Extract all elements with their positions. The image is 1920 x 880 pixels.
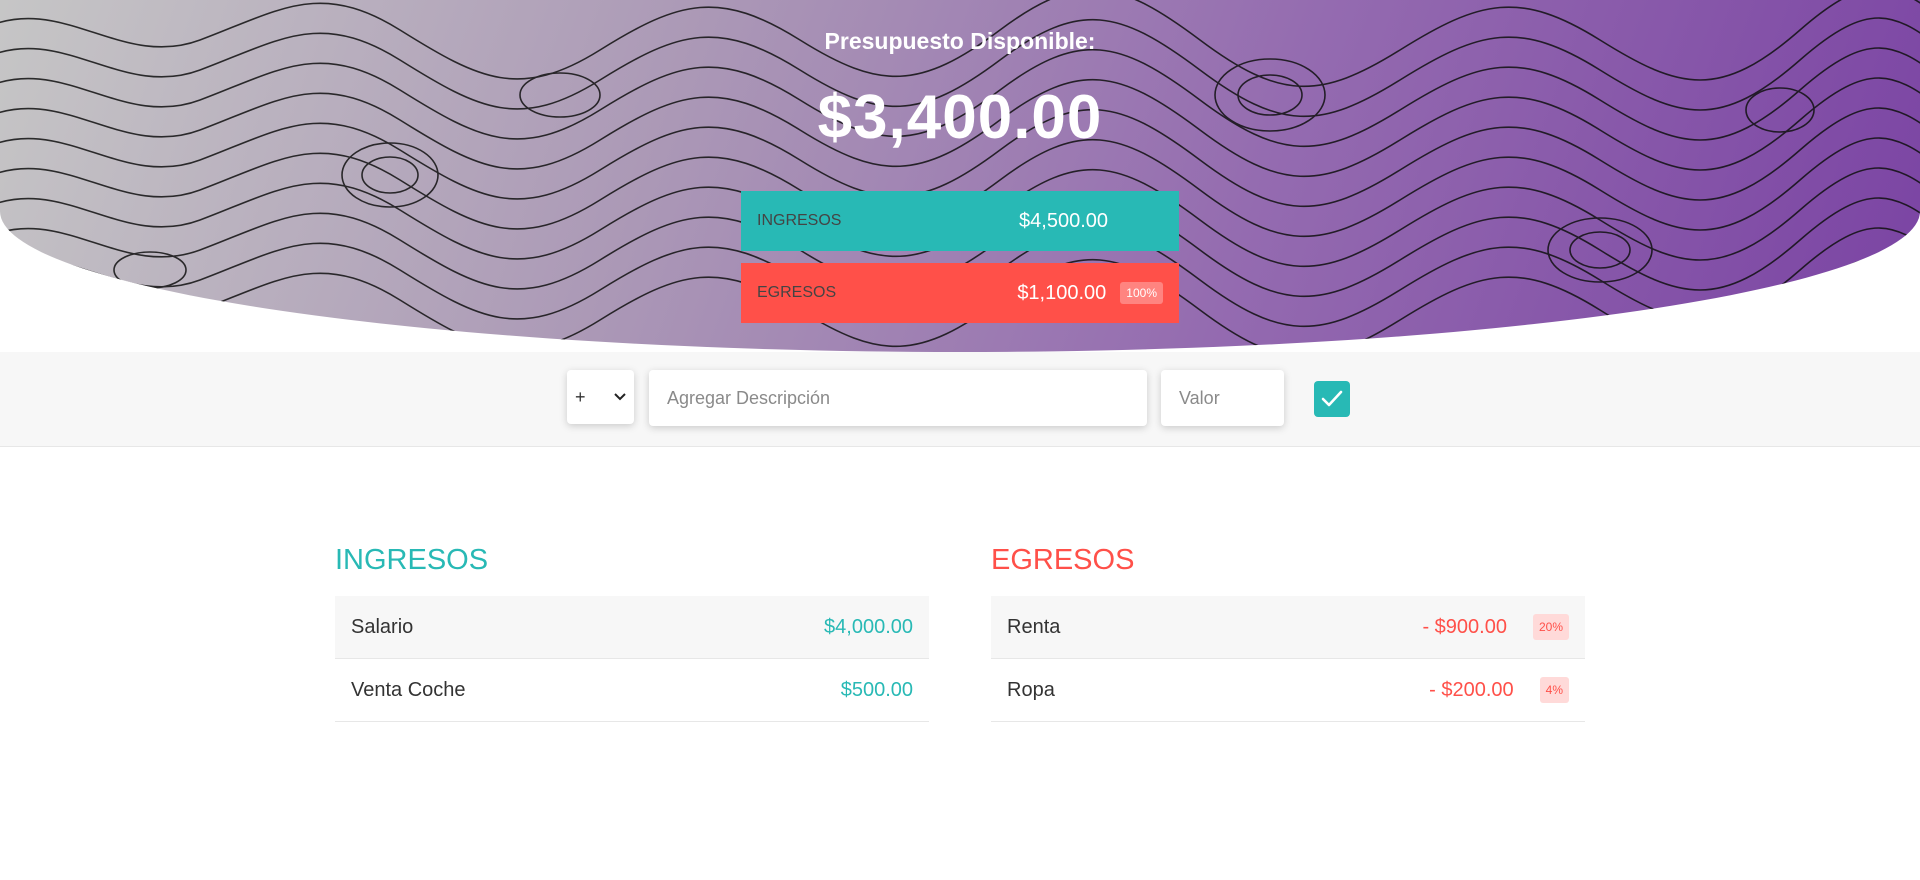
check-icon xyxy=(1321,390,1343,407)
type-select[interactable]: + xyxy=(567,370,634,424)
type-select-value: + xyxy=(575,386,586,407)
income-item-value: $500.00 xyxy=(840,678,913,701)
income-list-title: INGRESOS xyxy=(335,544,489,576)
add-entry-bar: + xyxy=(0,352,1920,447)
income-item-description: Venta Coche xyxy=(351,678,466,701)
expense-summary-amount: $1,100.00 xyxy=(1017,281,1107,304)
expense-item-value: - $200.00 xyxy=(1429,678,1514,701)
expense-percentage-badge: 100% xyxy=(1120,282,1163,304)
expense-summary: EGRESOS $1,100.00 100% xyxy=(741,263,1179,323)
expense-item[interactable]: Renta - $900.00 20% xyxy=(991,596,1585,659)
expense-summary-label: EGRESOS xyxy=(757,284,837,301)
expense-item-description: Renta xyxy=(1007,615,1061,638)
value-input[interactable] xyxy=(1161,370,1284,426)
add-button[interactable] xyxy=(1314,381,1350,417)
income-item-value: $4,000.00 xyxy=(824,615,913,638)
income-item-description: Salario xyxy=(351,615,414,638)
expense-item[interactable]: Ropa - $200.00 4% xyxy=(991,659,1585,722)
income-item[interactable]: Venta Coche $500.00 xyxy=(335,659,929,722)
expense-list: EGRESOS Renta - $900.00 20% Ropa - $200.… xyxy=(991,544,1585,722)
income-list: INGRESOS Salario $4,000.00 Venta Coche $… xyxy=(335,544,929,722)
expense-item-description: Ropa xyxy=(1007,678,1055,701)
description-input[interactable] xyxy=(649,370,1147,426)
budget-title: Presupuesto Disponible: xyxy=(824,28,1096,54)
expense-item-percentage: 4% xyxy=(1539,677,1569,703)
chevron-down-icon xyxy=(614,389,626,405)
income-summary-amount: $4,500.00 xyxy=(1019,209,1108,232)
income-item[interactable]: Salario $4,000.00 xyxy=(335,596,929,659)
expense-item-value: - $900.00 xyxy=(1422,615,1507,638)
expense-item-percentage: 20% xyxy=(1532,614,1569,640)
budget-header: Presupuesto Disponible: $3,400.00 INGRES… xyxy=(0,0,1920,352)
income-summary: INGRESOS $4,500.00 xyxy=(741,191,1179,251)
budget-total: $3,400.00 xyxy=(817,83,1103,152)
income-summary-label: INGRESOS xyxy=(757,212,842,229)
expense-list-title: EGRESOS xyxy=(991,544,1135,576)
